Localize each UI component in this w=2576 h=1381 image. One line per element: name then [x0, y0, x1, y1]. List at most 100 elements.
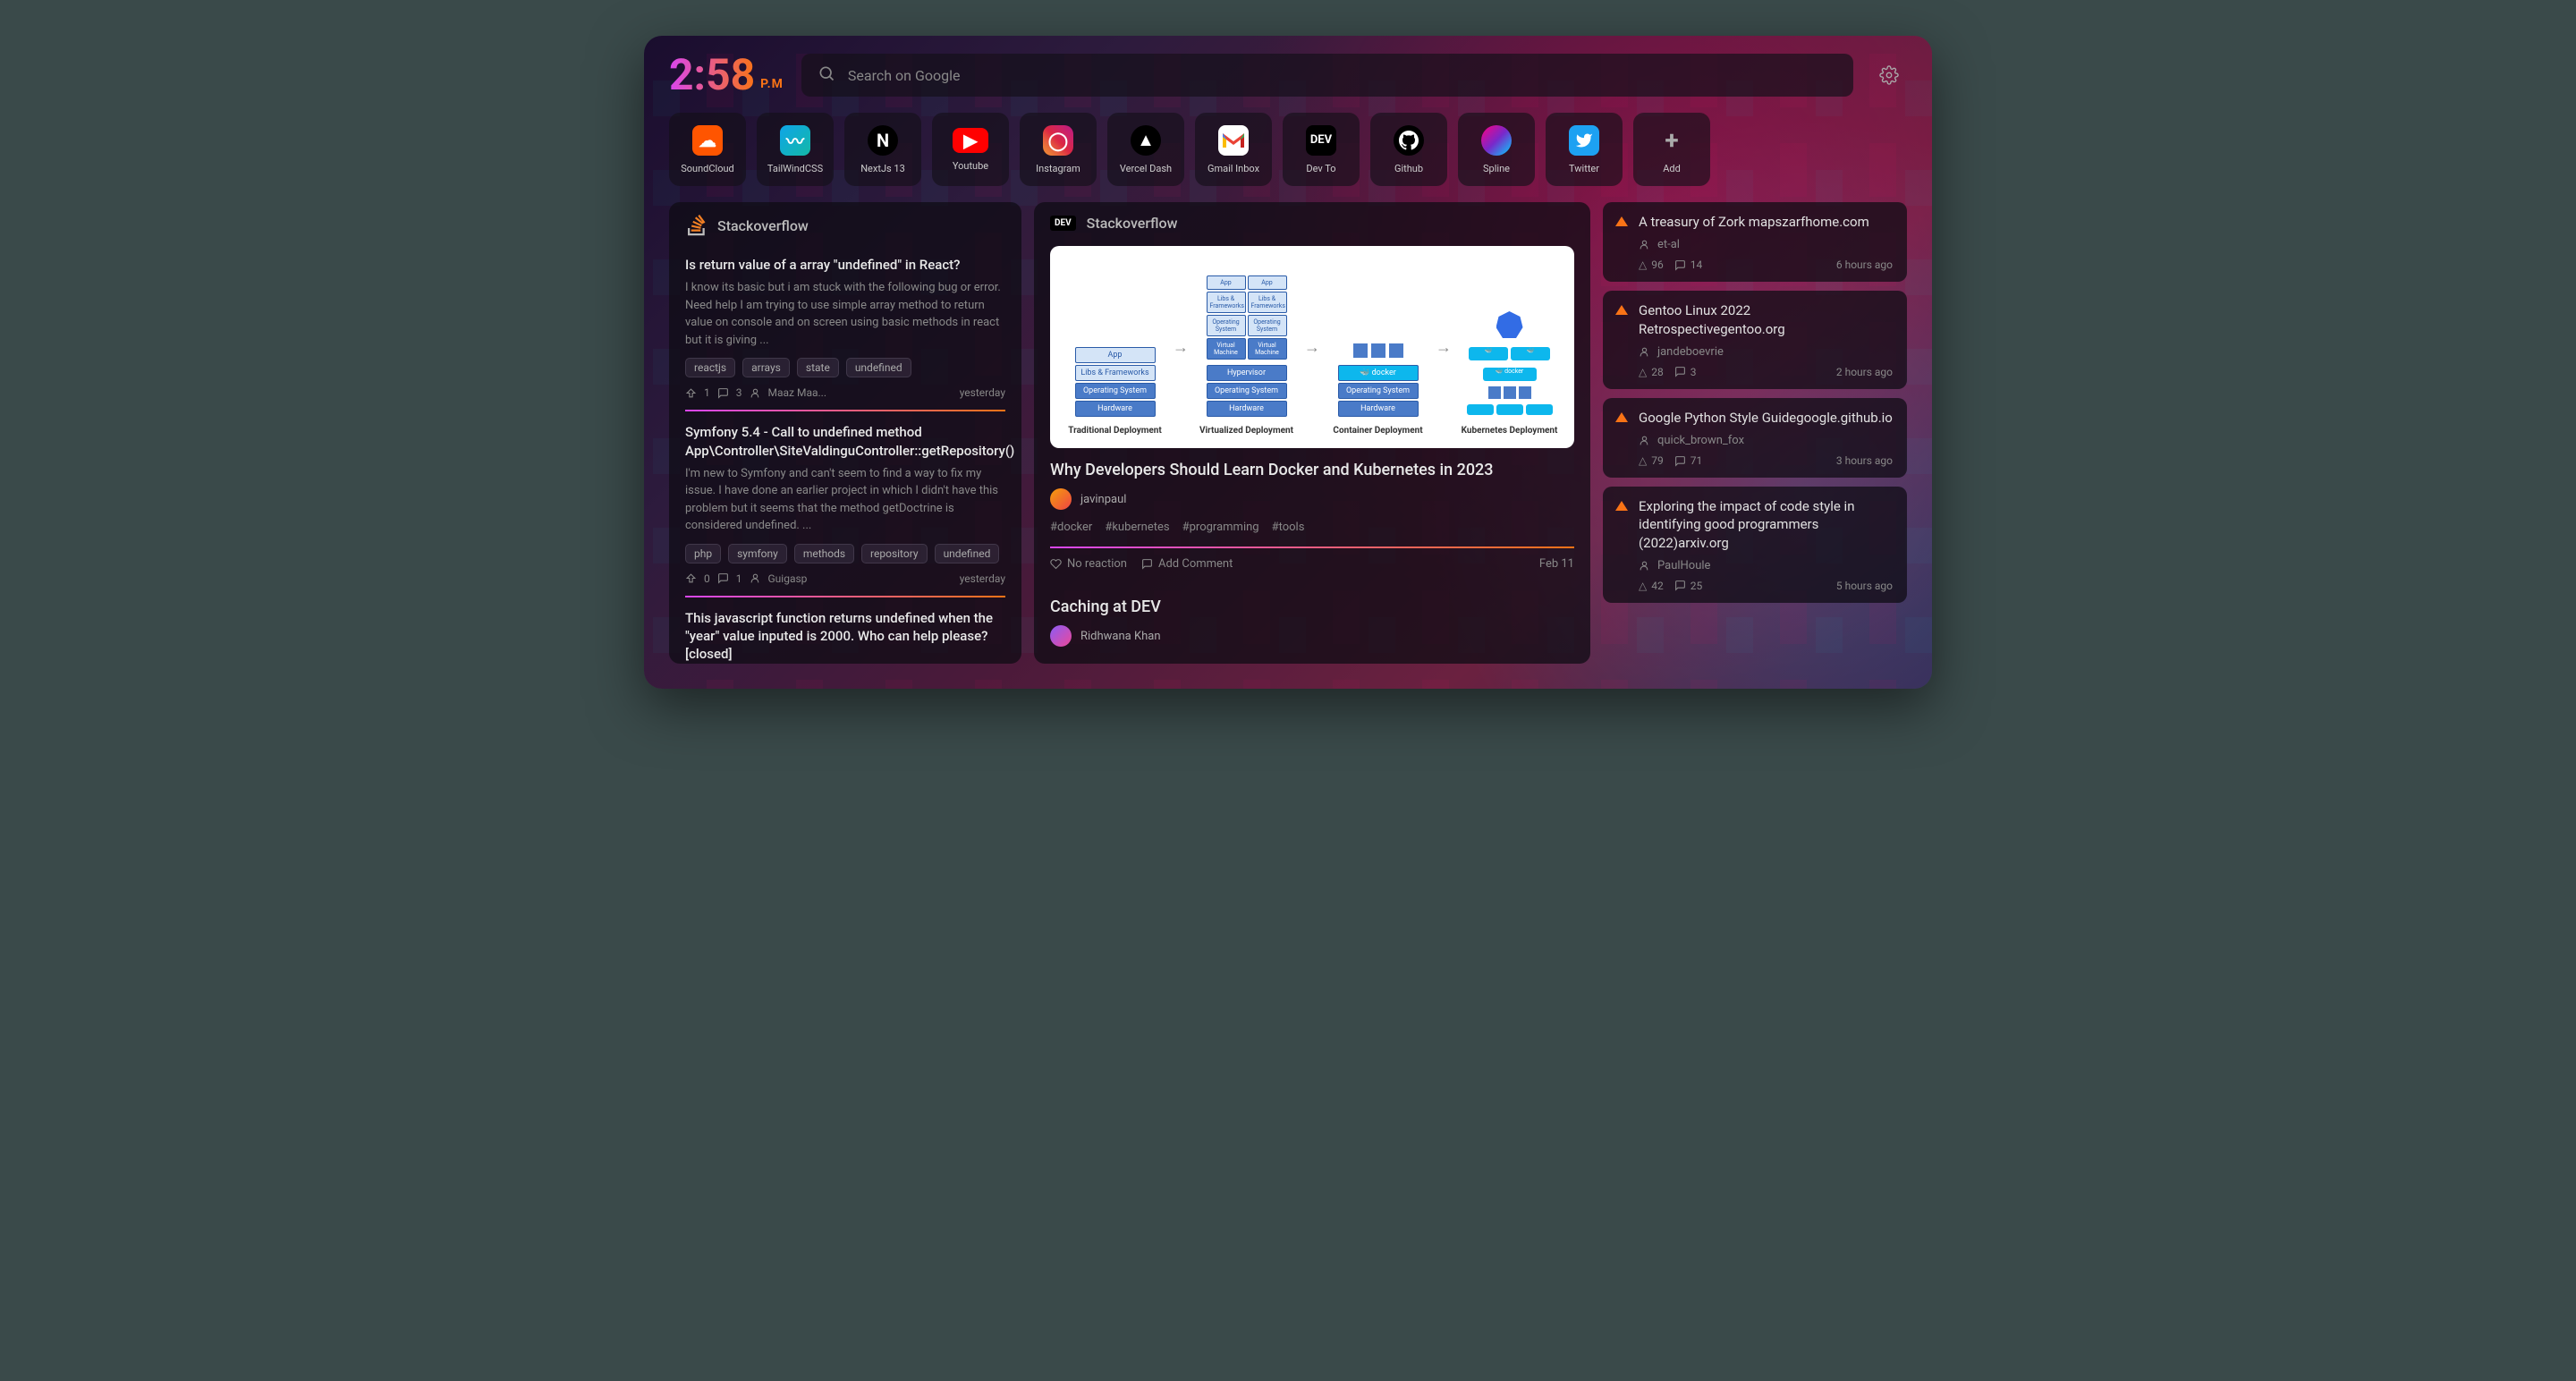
- question-title: Is return value of a array "undefined" i…: [685, 256, 1005, 274]
- column-title: Stackoverflow: [1087, 215, 1178, 232]
- search-input[interactable]: [848, 67, 1837, 84]
- shortcut-devto[interactable]: DEVDev To: [1283, 113, 1360, 186]
- time-label: 3 hours ago: [1836, 454, 1893, 467]
- triangle-icon: △: [1639, 366, 1647, 378]
- comment-icon: [1674, 580, 1686, 591]
- triangle-icon: △: [1639, 580, 1647, 592]
- tag[interactable]: repository: [861, 544, 928, 563]
- comment-count: 3: [736, 386, 742, 399]
- upvote-icon[interactable]: [1615, 216, 1628, 226]
- plus-icon: +: [1657, 125, 1687, 156]
- dev-column: DEV Stackoverflow App Libs & Frameworks …: [1034, 202, 1590, 664]
- dev-article[interactable]: Why Developers Should Learn Docker and K…: [1034, 461, 1590, 583]
- shortcut-add[interactable]: +Add: [1633, 113, 1710, 186]
- triangle-icon: △: [1639, 454, 1647, 467]
- twitter-icon: [1569, 125, 1599, 156]
- tag[interactable]: arrays: [742, 358, 790, 377]
- tag[interactable]: #kubernetes: [1105, 521, 1169, 534]
- hn-story[interactable]: Google Python Style Guidegoogle.github.i…: [1603, 398, 1907, 478]
- vote-stat: △96: [1639, 258, 1664, 271]
- shortcut-label: Gmail Inbox: [1208, 163, 1259, 174]
- story-author: et-al: [1639, 238, 1893, 251]
- arrow-icon: →: [1173, 338, 1189, 357]
- so-question-item[interactable]: Symfony 5.4 - Call to undefined method A…: [669, 412, 1021, 598]
- time-label: 2 hours ago: [1836, 366, 1893, 378]
- time-label: yesterday: [960, 386, 1005, 399]
- comment-icon: [1674, 259, 1686, 271]
- comment-icon: [1674, 455, 1686, 467]
- diagram-virtualized: AppLibs & FrameworksOperating SystemVirt…: [1194, 258, 1299, 436]
- tag[interactable]: undefined: [846, 358, 911, 377]
- article-tags: #docker #kubernetes #programming #tools: [1050, 521, 1574, 534]
- shortcut-instagram[interactable]: ◯Instagram: [1020, 113, 1097, 186]
- soundcloud-icon: ☁: [692, 125, 723, 156]
- hn-story[interactable]: Gentoo Linux 2022 Retrospectivegentoo.or…: [1603, 291, 1907, 389]
- upvote-icon[interactable]: [1615, 501, 1628, 511]
- shortcut-github[interactable]: Github: [1370, 113, 1447, 186]
- tag[interactable]: state: [797, 358, 839, 377]
- story-title: Google Python Style Guidegoogle.github.i…: [1639, 409, 1893, 427]
- tag[interactable]: php: [685, 544, 721, 563]
- tag[interactable]: #tools: [1272, 521, 1305, 534]
- comment-icon: [717, 572, 729, 584]
- vercel-icon: ▲: [1131, 125, 1161, 156]
- shortcuts-row: ☁SoundCloud 〰TailWindCSS NNextJs 13 ▶You…: [644, 107, 1932, 202]
- vote-count: 1: [704, 386, 710, 399]
- upvote-icon[interactable]: [1615, 412, 1628, 422]
- time-label: 5 hours ago: [1836, 580, 1893, 592]
- tag[interactable]: symfony: [728, 544, 787, 563]
- story-author: jandeboevrie: [1639, 345, 1893, 359]
- youtube-icon: ▶: [953, 128, 988, 153]
- shortcut-vercel[interactable]: ▲Vercel Dash: [1107, 113, 1184, 186]
- article-title: Caching at DEV: [1050, 597, 1574, 616]
- story-author: PaulHoule: [1639, 559, 1893, 572]
- arrow-icon: →: [1304, 338, 1320, 357]
- question-meta: 1 3 Maaz Maa... yesterday: [685, 386, 1005, 399]
- story-meta: △28 3 2 hours ago: [1639, 366, 1893, 378]
- columns: Stackoverflow Is return value of a array…: [644, 202, 1932, 682]
- shortcut-soundcloud[interactable]: ☁SoundCloud: [669, 113, 746, 186]
- shortcut-twitter[interactable]: Twitter: [1546, 113, 1623, 186]
- so-question-item[interactable]: Is return value of a array "undefined" i…: [669, 245, 1021, 412]
- tag[interactable]: #docker: [1050, 521, 1092, 534]
- comment-button[interactable]: Add Comment: [1141, 557, 1233, 571]
- article-hero-diagram: App Libs & Frameworks Operating System H…: [1050, 246, 1574, 448]
- tag[interactable]: #programming: [1182, 521, 1259, 534]
- dev-article[interactable]: Caching at DEV Ridhwana Khan: [1034, 583, 1590, 647]
- settings-button[interactable]: [1871, 57, 1907, 93]
- dev-badge: DEV: [1050, 216, 1076, 231]
- devto-icon: DEV: [1306, 125, 1336, 156]
- so-question-item[interactable]: This javascript function returns undefin…: [669, 598, 1021, 664]
- upvote-icon[interactable]: [1615, 305, 1628, 315]
- shortcut-youtube[interactable]: ▶Youtube: [932, 113, 1009, 186]
- shortcut-spline[interactable]: Spline: [1458, 113, 1535, 186]
- tag[interactable]: reactjs: [685, 358, 735, 377]
- tailwind-icon: 〰: [780, 125, 810, 156]
- vote-stat: △79: [1639, 454, 1664, 467]
- question-tags: reactjs arrays state undefined: [685, 358, 1005, 377]
- shortcut-label: Spline: [1483, 163, 1510, 174]
- search-bar[interactable]: [801, 54, 1853, 97]
- reaction-button[interactable]: No reaction: [1050, 557, 1127, 571]
- question-tags: php symfony methods repository undefined: [685, 544, 1005, 563]
- question-title: This javascript function returns undefin…: [685, 609, 1005, 664]
- user-icon: [1639, 560, 1650, 572]
- article-title: Why Developers Should Learn Docker and K…: [1050, 461, 1574, 479]
- shortcut-tailwind[interactable]: 〰TailWindCSS: [757, 113, 834, 186]
- top-bar: 2:58 P.M: [644, 36, 1932, 107]
- tag[interactable]: methods: [794, 544, 854, 563]
- user-icon: [1639, 346, 1650, 358]
- clock: 2:58 P.M: [669, 54, 784, 97]
- time-label: 6 hours ago: [1836, 258, 1893, 271]
- diagram-container: 🐳 dockerOperating SystemHardware Contain…: [1326, 258, 1430, 436]
- instagram-icon: ◯: [1043, 125, 1073, 156]
- shortcut-nextjs[interactable]: NNextJs 13: [844, 113, 921, 186]
- article-actions: No reaction Add Comment Feb 11: [1050, 546, 1574, 571]
- shortcut-gmail[interactable]: Gmail Inbox: [1195, 113, 1272, 186]
- hn-story[interactable]: A treasury of Zork mapszarfhome.com et-a…: [1603, 202, 1907, 282]
- comment-icon: [1141, 558, 1153, 570]
- spline-icon: [1481, 125, 1512, 156]
- hn-story[interactable]: Exploring the impact of code style in id…: [1603, 487, 1907, 603]
- author-name: Guigasp: [768, 572, 808, 585]
- tag[interactable]: undefined: [935, 544, 1000, 563]
